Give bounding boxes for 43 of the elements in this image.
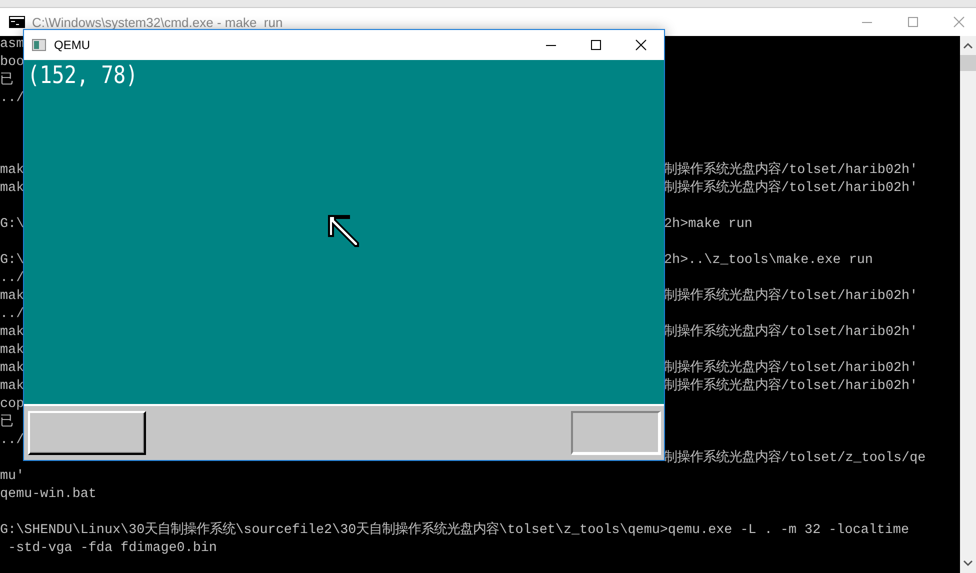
close-icon[interactable] xyxy=(635,39,647,51)
window-icon xyxy=(32,39,46,51)
start-button[interactable] xyxy=(28,411,146,455)
console-line: ../ xyxy=(0,271,24,286)
console-line: G:\ xyxy=(0,217,24,232)
console-line: 制操作系统光盘内容/tolset/harib02h' xyxy=(664,288,918,306)
console-line: 制操作系统光盘内容/tolset/harib02h' xyxy=(664,180,918,198)
console-line: mak xyxy=(0,181,24,196)
maximize-icon[interactable] xyxy=(590,39,602,51)
console-line: G:\SHENDU\Linux\30天自制操作系统\sourcefile2\30天自制操作系统光盘内容\tolset\z_tools\qemu>qemu.exe -L . -m 32 -localtime xyxy=(0,522,909,540)
console-line: 制操作系统光盘内容/tolset/z_tools/qe xyxy=(664,450,926,468)
console-line: mak xyxy=(0,343,24,358)
mouse-coordinates: (152, 78) xyxy=(26,60,138,90)
scroll-down-icon[interactable] xyxy=(963,559,973,567)
console-line: 2h>make run xyxy=(664,216,752,234)
console-line: boo xyxy=(0,55,24,70)
console-line: -std-vga -fda fdimage0.bin xyxy=(7,540,217,558)
console-line: mu' xyxy=(0,468,24,486)
console-line: cop xyxy=(0,397,24,412)
console-line: 制操作系统光盘内容/tolset/harib02h' xyxy=(664,360,918,378)
console-line: 2h>..\z_tools\make.exe run xyxy=(664,252,873,270)
console-line: 已 xyxy=(0,415,13,430)
console-line: qemu-win.bat xyxy=(0,486,96,504)
console-line: mak xyxy=(0,379,24,394)
console-line: asm xyxy=(0,37,24,52)
console-line: ../ xyxy=(0,433,24,448)
scroll-up-icon[interactable] xyxy=(963,42,973,50)
window-title: C:\Windows\system32\cmd.exe - make run xyxy=(32,14,283,30)
console-line: ../ xyxy=(0,91,24,106)
console-line: mak xyxy=(0,325,24,340)
console-line: 已 xyxy=(0,73,13,88)
mouse-cursor-icon xyxy=(328,215,360,247)
console-line: ../ xyxy=(0,307,24,322)
console-line: mak xyxy=(0,163,24,178)
console-line: mak xyxy=(0,289,24,304)
scrollbar-thumb[interactable] xyxy=(960,55,976,71)
console-line: G:\ xyxy=(0,253,24,268)
scrollbar[interactable] xyxy=(960,36,976,573)
console-line: 制操作系统光盘内容/tolset/harib02h' xyxy=(664,378,918,396)
console-line: 制操作系统光盘内容/tolset/harib02h' xyxy=(664,324,918,342)
console-line: mak xyxy=(0,361,24,376)
console-line: 制操作系统光盘内容/tolset/harib02h' xyxy=(664,162,918,180)
window-title: QEMU xyxy=(54,38,90,52)
